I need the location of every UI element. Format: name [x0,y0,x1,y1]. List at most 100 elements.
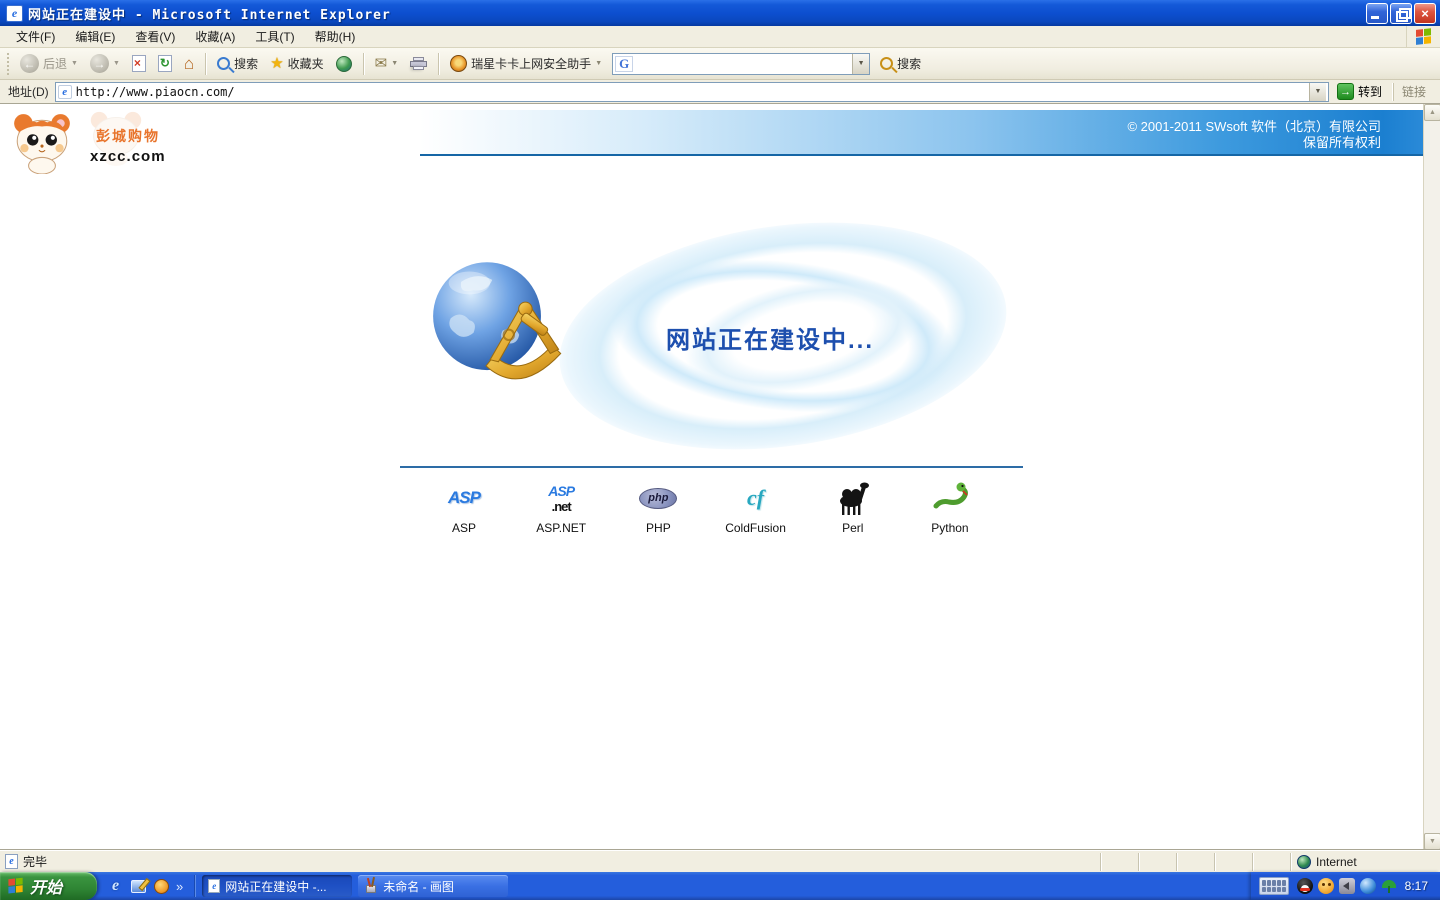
go-button[interactable]: → 转到 [1333,81,1389,102]
tray-volume-icon[interactable] [1338,878,1355,894]
google-search-input[interactable] [635,53,853,74]
home-button[interactable]: ⌂ [178,51,200,76]
tray-rising-umbrella-icon[interactable] [1381,878,1397,894]
favorites-button[interactable]: ★ 收藏夹 [264,51,329,76]
coldfusion-icon: cf [747,485,765,510]
address-bar: 地址(D) e http://www.piaocn.com/ ▼ → 转到 链接 [0,80,1440,104]
window-title: 网站正在建设中 - Microsoft Internet Explorer [28,7,391,23]
menu-file[interactable]: 文件(F) [6,26,65,47]
tech-aspnet-label: ASP.NET [536,521,587,535]
quicklaunch-overflow-chevron-icon[interactable]: » [176,879,183,894]
status-pane [1176,852,1214,871]
go-arrow-icon: → [1336,83,1354,100]
address-input[interactable]: e http://www.piaocn.com/ ▼ [54,81,1329,102]
mail-button[interactable]: ✉ ▼ [369,52,405,75]
start-button[interactable]: 开始 [0,872,97,900]
home-icon: ⌂ [183,54,195,73]
stop-icon: × [131,55,146,72]
stop-button[interactable]: × [126,51,152,76]
status-bar: e 完毕 Internet [0,850,1440,872]
page-content: 彭城购物 xzcc.com © 2001-2011 SWsoft 软件（北京）有… [0,104,1440,850]
tech-perl-label: Perl [842,521,864,535]
tech-asp[interactable]: ASP ASP [418,480,510,535]
tray-kaka-smiley-icon[interactable] [1317,878,1334,894]
tech-asp-label: ASP [451,521,476,535]
toolbar-separator [362,52,364,75]
google-logo-icon: G [615,55,634,72]
menu-tools[interactable]: 工具(T) [245,26,304,47]
vertical-scrollbar[interactable]: ▲ ▼ [1423,104,1440,850]
forward-dropdown-icon[interactable]: ▼ [113,60,120,67]
zone-label: Internet [1316,854,1357,869]
google-search-dropdown-icon[interactable]: ▼ [852,53,870,74]
restore-button[interactable] [1390,2,1412,24]
perl-camel-icon [839,482,869,515]
task-button-ie[interactable]: e 网站正在建设中 -... [202,875,353,897]
copyright-line2: 保留所有权利 [1302,135,1381,150]
status-page-icon: e [5,854,18,869]
back-label: 后退 [43,57,68,71]
page-favicon: e [57,84,72,99]
standard-toolbar: ← 后退 ▼ → ▼ × ↻ ⌂ 搜索 ★ 收藏夹 ✉ ▼ 瑞星卡卡上网安全助手… [0,48,1440,80]
refresh-button[interactable]: ↻ [152,51,178,76]
tech-aspnet[interactable]: ASP .net ASP.NET [515,480,607,536]
toolbar-search-go-button[interactable]: 搜索 [874,51,927,76]
menu-view[interactable]: 查看(V) [125,26,185,47]
mail-dropdown-icon[interactable]: ▼ [391,60,398,67]
security-zone: Internet [1290,852,1440,871]
history-button[interactable] [330,52,358,76]
tray-rising-sphere-icon[interactable] [1359,878,1376,894]
menu-help[interactable]: 帮助(H) [305,26,366,47]
tech-perl[interactable]: Perl [807,480,899,535]
quick-launch-bar: e » [97,877,191,895]
search-button[interactable]: 搜索 [211,51,264,76]
minimize-button[interactable] [1366,2,1388,24]
forward-button[interactable]: → ▼ [84,50,126,77]
globe-sextant-icon [430,256,570,396]
links-bar[interactable]: 链接 [1392,82,1436,101]
tray-qq-icon[interactable] [1296,878,1313,894]
toolbar-separator [205,52,207,75]
tech-logo-row: ASP ASP ASP .net ASP.NET php PHP cf ColdF… [418,480,996,535]
task-paint-label: 未命名 - 画图 [383,879,454,894]
site-domain[interactable]: xzcc.com [90,148,166,165]
address-url[interactable]: http://www.piaocn.com/ [76,85,235,99]
rising-kaka-button[interactable]: 瑞星卡卡上网安全助手 ▼ [444,51,608,76]
status-pane [1214,852,1252,871]
toolbar-search-label: 搜索 [897,57,922,71]
back-dropdown-icon[interactable]: ▼ [71,60,78,67]
menu-bar: 文件(F) 编辑(E) 查看(V) 收藏(A) 工具(T) 帮助(H) [0,25,1440,48]
tech-php[interactable]: php PHP [612,480,704,535]
under-construction-headline: 网站正在建设中... [666,327,875,354]
rising-label: 瑞星卡卡上网安全助手 [471,57,592,71]
status-pane [1252,852,1290,871]
taskbar-clock[interactable]: 8:17 [1405,879,1432,893]
scroll-up-icon[interactable]: ▲ [1424,104,1440,121]
toolbar-grip[interactable] [7,52,11,75]
close-button[interactable]: × [1414,2,1436,24]
address-dropdown-icon[interactable]: ▼ [1308,82,1326,101]
toolbar-search-lens-icon [880,57,894,70]
aspnet-icon: ASP .net [548,482,575,514]
keyboard-input-icon[interactable] [1258,877,1289,895]
task-paint-icon [364,876,378,893]
tech-coldfusion[interactable]: cf ColdFusion [710,480,802,535]
back-button[interactable]: ← 后退 ▼ [14,50,84,77]
menu-favorites[interactable]: 收藏(A) [185,26,245,47]
rising-dropdown-icon[interactable]: ▼ [595,60,602,67]
print-icon [410,57,428,70]
quicklaunch-ie-icon[interactable]: e [107,877,124,895]
print-button[interactable] [404,53,433,74]
forward-icon: → [89,54,109,73]
menu-edit[interactable]: 编辑(E) [65,26,125,47]
internet-zone-globe-icon [1297,854,1311,869]
task-button-paint[interactable]: 未命名 - 画图 [358,875,509,897]
scroll-down-icon[interactable]: ▼ [1424,833,1440,850]
show-desktop-icon[interactable] [130,878,147,895]
start-label: 开始 [30,880,63,897]
tech-python[interactable]: Python [904,480,996,535]
tech-php-label: PHP [646,521,671,535]
site-name[interactable]: 彭城购物 [96,126,160,146]
ie-browser-window: e 网站正在建设中 - Microsoft Internet Explorer … [0,0,1440,900]
quicklaunch-kaka-icon[interactable] [153,878,170,895]
